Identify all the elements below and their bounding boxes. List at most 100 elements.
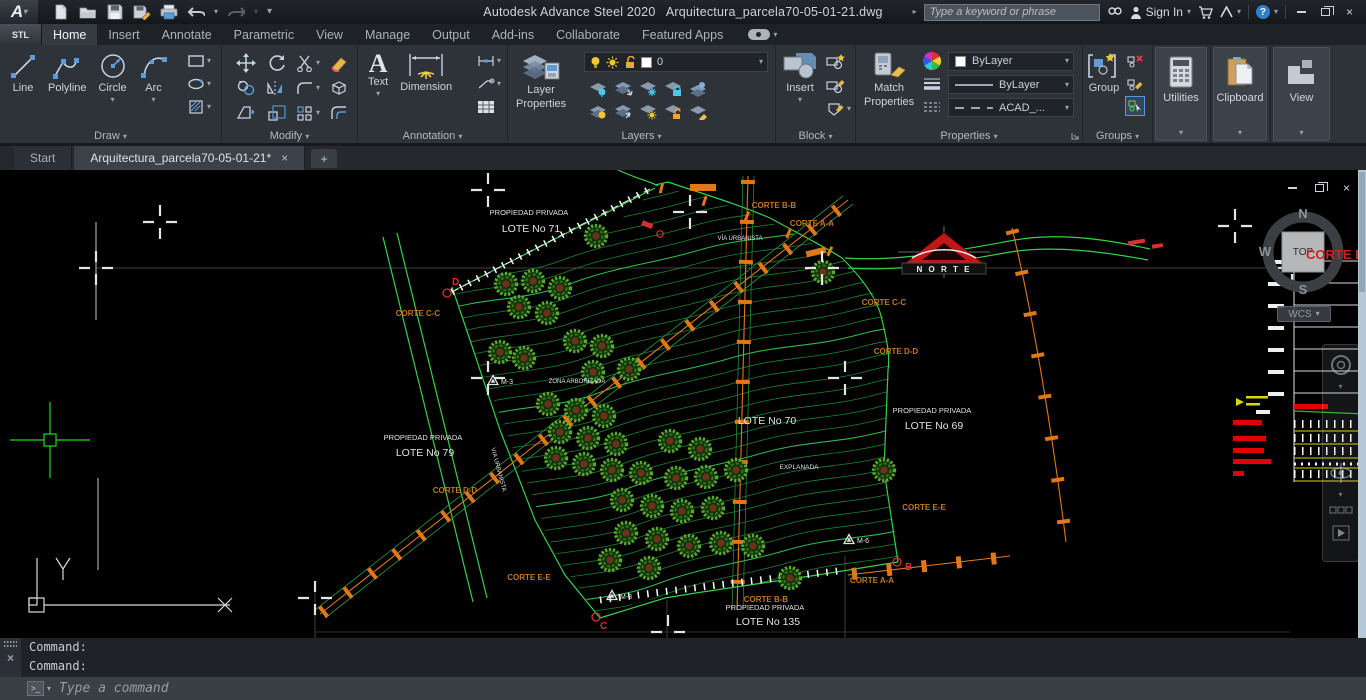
group-selection-toggle[interactable] [1125,96,1145,116]
ellipse-button[interactable] [186,74,206,94]
connect-icon[interactable]: ▾ [748,24,777,45]
layer-unisolate-button[interactable] [614,102,634,122]
group-edit-button[interactable] [1125,73,1145,93]
hatch-button[interactable] [186,97,206,117]
object-color-combo[interactable]: ByLayer ▾ [948,51,1074,71]
lineweight-icon[interactable] [922,77,942,93]
new-drawing-tab-button[interactable]: + [311,149,338,168]
command-history[interactable]: Command: Command: [0,638,1366,677]
array-dropdown-icon[interactable]: ▾ [316,108,320,117]
mirror-button[interactable] [266,78,287,98]
tab-collaborate[interactable]: Collaborate [545,24,631,45]
full-navigation-wheel-icon[interactable] [1329,353,1353,377]
offset-button[interactable] [329,103,349,123]
new-file-button[interactable] [52,3,70,21]
drawing-viewport[interactable]: D C B N O R T E M-3 M-8 M-6 PROPIEDAD PR… [0,170,1366,638]
view-panel-button[interactable]: View ▾ [1273,47,1330,141]
stretch-button[interactable] [236,103,256,123]
leader-dropdown-icon[interactable]: ▾ [497,80,501,88]
search-history-icon[interactable]: ▸ [913,8,917,16]
layer-match-button[interactable] [689,102,709,122]
match-properties-button[interactable]: Match Properties [864,51,914,108]
tab-insert[interactable]: Insert [97,24,150,45]
doc-tab-active[interactable]: Arquitectura_parcela70-05-01-21* × [74,146,306,170]
color-wheel-icon[interactable] [922,51,942,71]
clipboard-panel-button[interactable]: Clipboard ▾ [1213,47,1267,141]
layer-make-current-button[interactable] [689,79,709,99]
rectangle-dropdown-icon[interactable]: ▾ [207,57,211,65]
create-block-button[interactable] [826,51,846,71]
help-control[interactable]: ? ▾ [1255,5,1278,19]
vertical-scrollbar[interactable] [1358,170,1366,638]
viewcube[interactable]: N W S TOP CORTE E [1250,184,1366,302]
layer-freeze-button[interactable] [639,79,659,99]
trim-button[interactable] [295,53,315,73]
hatch-dropdown-icon[interactable]: ▾ [207,103,211,111]
app-store-icon[interactable] [1198,5,1213,19]
panel-label-properties[interactable]: Properties ▾ [856,130,1082,142]
group-button[interactable]: Group [1087,51,1121,95]
polyline-button[interactable]: Polyline [48,51,87,104]
showmotion-play-icon[interactable] [1332,525,1350,541]
leader-button[interactable] [476,74,496,94]
dimension-button[interactable]: Dimension [400,52,452,98]
wcs-control[interactable]: WCS ▾ [1277,306,1331,322]
search-input[interactable] [923,3,1100,21]
undo-dropdown-icon[interactable]: ▾ [214,8,218,16]
ungroup-button[interactable] [1125,50,1145,70]
explode-button[interactable] [329,78,349,98]
layer-select-combo[interactable]: 0 ▾ [584,52,768,72]
layer-properties-button[interactable]: Layer Properties [516,51,566,110]
drawing-canvas[interactable]: D C B N O R T E M-3 M-8 M-6 PROPIEDAD PR… [0,170,1366,638]
navigation-bar[interactable]: ▾ ▾ [1322,344,1359,562]
layer-isolate-button[interactable] [614,79,634,99]
close-button[interactable]: × [1341,5,1358,20]
lineweight-combo[interactable]: ByLayer ▾ [948,75,1074,94]
edit-attr-dropdown-icon[interactable]: ▾ [847,105,851,113]
tab-view[interactable]: View [305,24,354,45]
layer-unlock-button[interactable] [664,102,684,122]
linear-dim-dropdown-icon[interactable]: ▾ [497,57,501,65]
tab-manage[interactable]: Manage [354,24,421,45]
linetype-combo[interactable]: ACAD_... ▾ [948,98,1074,117]
qat-customize-icon[interactable]: ▾ [267,7,272,17]
search-icon[interactable] [1107,5,1123,19]
sign-in-control[interactable]: Sign In ▾ [1130,5,1191,19]
fillet-dropdown-icon[interactable]: ▾ [316,83,320,92]
viewcube-south[interactable]: S [1299,282,1308,297]
tab-featured-apps[interactable]: Featured Apps [631,24,734,45]
linetype-icon[interactable] [922,101,942,115]
doc-tab-close-icon[interactable]: × [281,151,288,165]
recent-commands-dropdown-icon[interactable]: ▾ [47,684,51,693]
minimize-button[interactable] [1293,5,1310,20]
nav-wheel-dropdown-icon[interactable]: ▾ [1338,383,1342,391]
ellipse-dropdown-icon[interactable]: ▾ [207,80,211,88]
panel-label-draw[interactable]: Draw ▾ [0,130,221,142]
line-button[interactable]: Line [8,51,38,104]
array-button[interactable] [295,103,315,123]
layer-thaw-button[interactable] [639,102,659,122]
rectangle-button[interactable] [186,51,206,71]
plot-button[interactable] [160,3,178,21]
save-button[interactable] [106,3,124,21]
rotate-button[interactable] [267,53,287,73]
insert-block-button[interactable]: Insert ▾ [782,51,818,104]
panel-label-modify[interactable]: Modify ▾ [222,130,357,142]
copy-button[interactable] [236,78,256,98]
panel-label-block[interactable]: Block ▾ [776,130,855,142]
doc-tab-start[interactable]: Start [14,146,73,170]
trim-dropdown-icon[interactable]: ▾ [316,58,320,67]
save-as-button[interactable] [133,3,151,21]
scrollbar-thumb[interactable] [1359,172,1365,292]
redo-dropdown-icon[interactable]: ▾ [254,8,258,16]
showmotion-squares-icon[interactable] [1329,505,1353,519]
utilities-panel-button[interactable]: Utilities ▾ [1155,47,1207,141]
linear-dimension-button[interactable] [476,51,496,71]
autodesk-account-control[interactable]: ▾ [1220,6,1241,18]
command-input-row[interactable]: >_ ▾ [0,677,1366,700]
undo-button[interactable] [187,3,205,21]
command-close-icon[interactable]: × [7,652,14,664]
edit-attributes-button[interactable] [826,99,846,119]
orbit-dropdown-icon[interactable]: ▾ [1338,491,1342,499]
restore-button[interactable] [1317,5,1334,20]
